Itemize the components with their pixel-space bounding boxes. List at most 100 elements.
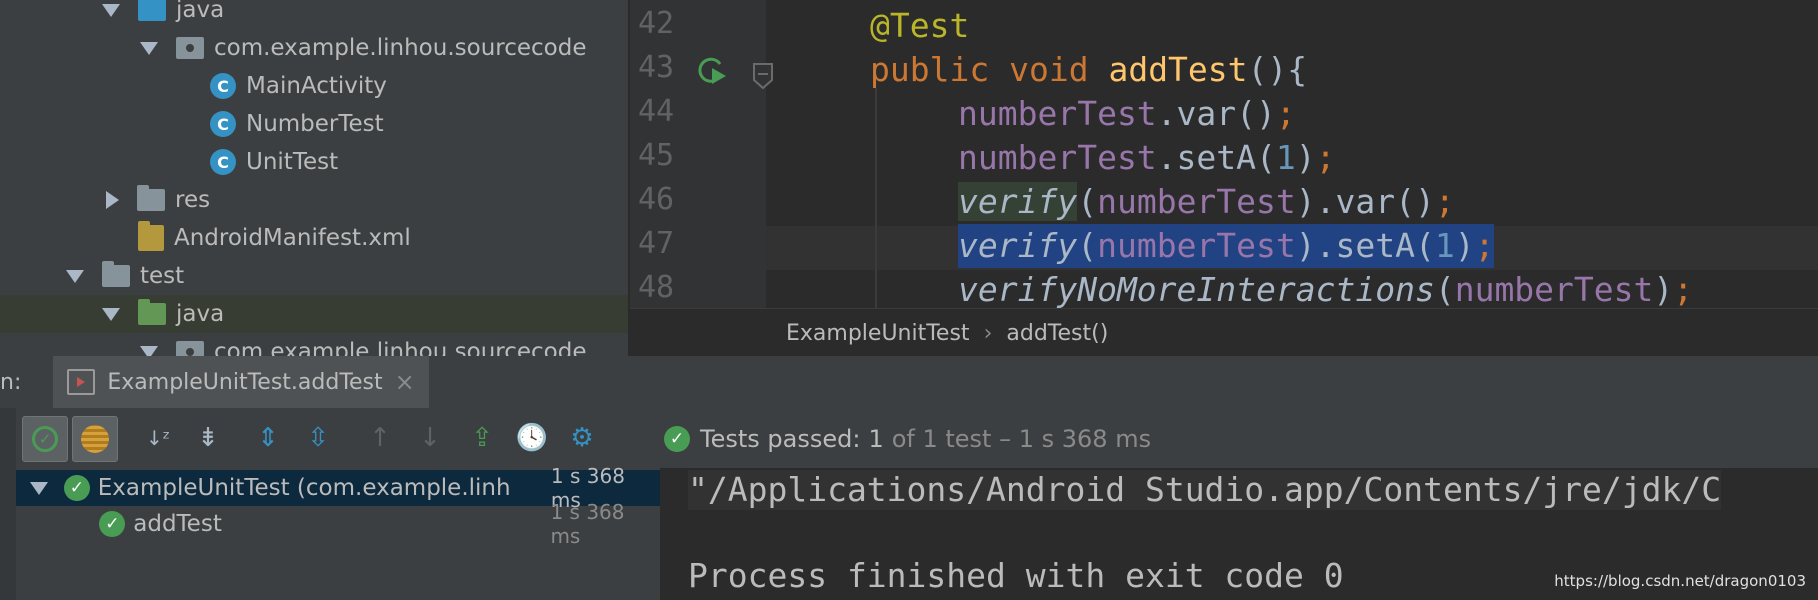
check-icon: ✓: [32, 426, 58, 452]
left-strip: [0, 468, 16, 600]
sort-alphabetically-button[interactable]: ↓ᶻ: [136, 416, 180, 460]
breadcrumb: ExampleUnitTest › addTest(): [630, 308, 1818, 357]
chevron-down-icon[interactable]: [140, 41, 158, 55]
tree-item-unittest[interactable]: C UnitTest: [0, 143, 628, 181]
line-number: 43: [638, 50, 675, 85]
code-line-48: verifyNoMoreInteractions(numberTest);: [958, 270, 1694, 308]
tree-item-label: AndroidManifest.xml: [174, 225, 411, 251]
tree-item-java-main[interactable]: java: [0, 0, 628, 29]
chevron-right-icon[interactable]: [106, 191, 119, 209]
editor-gutter: 42 43 44 45 46 47 48: [630, 0, 773, 308]
result-label: ExampleUnitTest (com.example.linh: [97, 475, 511, 501]
arrow-up-icon: ↑: [369, 423, 391, 453]
passed-check-icon: ✓: [64, 475, 90, 501]
indent-guide: [875, 88, 877, 308]
run-test-icon[interactable]: [694, 54, 730, 88]
class-icon: C: [210, 111, 236, 137]
tab-example-unit-test[interactable]: ExampleUnitTest.addTest ×: [53, 356, 429, 408]
tree-item-test[interactable]: test: [0, 257, 628, 295]
breadcrumb-class[interactable]: ExampleUnitTest: [786, 321, 970, 346]
chevron-down-icon[interactable]: [140, 345, 158, 356]
line-number: 42: [638, 6, 675, 41]
resource-folder-icon: [137, 185, 165, 211]
tree-item-label: UnitTest: [246, 149, 339, 175]
status-detail: of 1 test – 1 s 368 ms: [891, 425, 1152, 453]
sort-by-duration-button[interactable]: ⇟: [186, 416, 230, 460]
expand-all-button[interactable]: ⇕: [246, 416, 290, 460]
code-line-42: @Test: [870, 6, 970, 45]
chevron-down-icon[interactable]: [66, 269, 84, 283]
tree-item-manifest[interactable]: AndroidManifest.xml: [0, 219, 628, 257]
code-line-43: public void addTest(){: [870, 50, 1308, 89]
show-ignored-toggle[interactable]: [72, 416, 118, 462]
arrow-down-icon: ↓: [419, 423, 441, 453]
test-results-tree: ✓ ExampleUnitTest (com.example.linh 1 s …: [0, 464, 660, 600]
test-folder-icon: [138, 299, 166, 325]
previous-failed-button[interactable]: ↑: [358, 416, 402, 460]
tree-item-label: MainActivity: [246, 73, 387, 99]
package-icon: [176, 37, 204, 59]
sort-duration-icon: ⇟: [197, 423, 219, 453]
passed-check-icon: ✓: [664, 426, 690, 452]
tree-item-label: com.example.linhou.sourcecode: [214, 339, 587, 356]
export-icon: ⇪: [471, 423, 493, 453]
test-runner-toolbar: ✓ ↓ᶻ ⇟ ⇕ ⇳ ↑ ↓ ⇪ 🕓 ⚙ ✓ Tests passed: 1 o…: [0, 408, 1818, 468]
code-line-47-selected: verify(numberTest).setA(1);: [958, 224, 1495, 268]
tree-item-res[interactable]: res: [0, 181, 628, 219]
tree-item-label: res: [175, 187, 211, 213]
tree-item-java-test[interactable]: java: [0, 295, 628, 333]
tree-item-numbertest[interactable]: C NumberTest: [0, 105, 628, 143]
result-label: addTest: [133, 511, 222, 537]
chevron-down-icon[interactable]: [102, 307, 120, 321]
left-strip: [0, 408, 16, 468]
breadcrumb-method[interactable]: addTest(): [1006, 321, 1108, 346]
status-passed-label: Tests passed:: [700, 425, 861, 453]
xml-file-icon: [138, 221, 164, 251]
code-line-45: numberTest.setA(1);: [958, 138, 1336, 177]
gear-icon: ⚙: [570, 423, 594, 453]
tree-item-mainactivity[interactable]: C MainActivity: [0, 67, 628, 105]
breadcrumb-separator: ›: [983, 320, 993, 346]
line-number: 47: [638, 226, 675, 261]
next-failed-button[interactable]: ↓: [408, 416, 452, 460]
console-output[interactable]: "/Applications/Android Studio.app/Conten…: [662, 468, 1818, 600]
tree-item-label: com.example.linhou.sourcecode: [214, 35, 587, 61]
fold-icon[interactable]: [752, 62, 774, 90]
ignored-icon: [81, 425, 109, 453]
line-number: 45: [638, 138, 675, 173]
chevron-down-icon[interactable]: [102, 3, 120, 17]
tree-item-label: test: [140, 263, 185, 289]
test-history-button[interactable]: 🕓: [510, 416, 554, 460]
tree-item-label: NumberTest: [246, 111, 384, 137]
console-line-exit: Process finished with exit code 0: [688, 556, 1344, 595]
code-line-44: numberTest.var();: [958, 94, 1296, 133]
history-icon: 🕓: [515, 423, 549, 453]
passed-check-icon: ✓: [99, 511, 126, 537]
run-config-icon: [67, 369, 96, 395]
tree-item-package-test[interactable]: com.example.linhou.sourcecode: [0, 333, 628, 356]
collapse-all-icon: ⇳: [307, 423, 329, 453]
watermark: https://blog.csdn.net/dragon0103: [1554, 572, 1806, 590]
line-number: 46: [638, 182, 675, 217]
export-results-button[interactable]: ⇪: [460, 416, 504, 460]
run-panel-label: n:: [0, 369, 22, 395]
tab-label: ExampleUnitTest.addTest: [107, 369, 383, 395]
close-icon[interactable]: ×: [395, 368, 415, 396]
tree-item-label: java: [176, 301, 225, 327]
project-tree: java com.example.linhou.sourcecode C Mai…: [0, 0, 628, 356]
collapse-all-button[interactable]: ⇳: [296, 416, 340, 460]
chevron-down-icon[interactable]: [30, 481, 48, 495]
line-number: 48: [638, 270, 675, 305]
folder-icon: [102, 261, 130, 287]
source-folder-icon: [138, 0, 166, 21]
settings-button[interactable]: ⚙: [560, 416, 604, 460]
class-icon: C: [210, 73, 236, 99]
show-passed-toggle[interactable]: ✓: [22, 416, 68, 462]
tree-item-label: java: [176, 0, 225, 23]
class-icon: C: [210, 149, 236, 175]
tree-item-package-main[interactable]: com.example.linhou.sourcecode: [0, 29, 628, 67]
expand-all-icon: ⇕: [257, 423, 279, 453]
console-line-command: "/Applications/Android Studio.app/Conten…: [688, 470, 1722, 510]
code-editor[interactable]: 42 43 44 45 46 47 48 @Test public void a…: [630, 0, 1818, 308]
result-row-test[interactable]: ✓ addTest 1 s 368 ms: [16, 500, 660, 548]
